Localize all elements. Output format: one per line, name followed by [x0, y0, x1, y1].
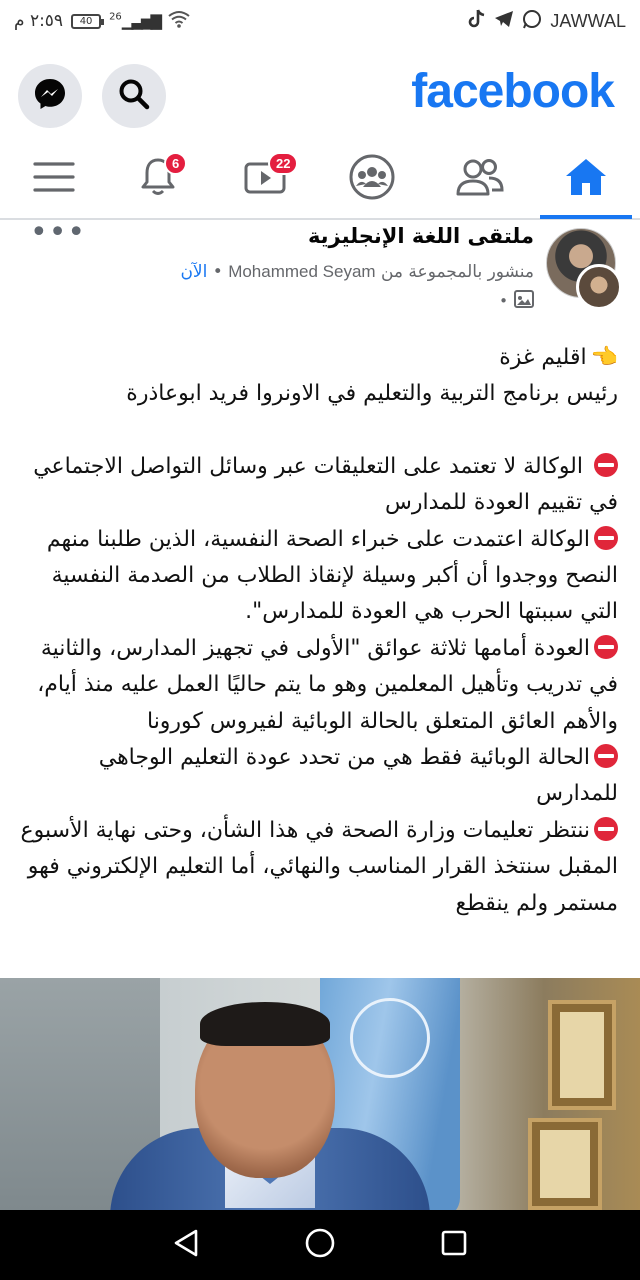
status-bar: ٢:٥٩ م 40 26▁▃▅▇ JAWWAL	[0, 0, 640, 42]
photo-person-hair	[200, 1002, 330, 1046]
search-button[interactable]	[102, 64, 166, 128]
home-circle-icon[interactable]	[304, 1227, 336, 1263]
messenger-button[interactable]	[18, 64, 82, 128]
carrier-name: JAWWAL	[550, 10, 626, 31]
recents-icon[interactable]	[440, 1229, 468, 1261]
watch-badge: 22	[268, 152, 299, 175]
no-entry-icon	[594, 525, 618, 550]
no-entry-icon	[594, 816, 618, 841]
back-icon[interactable]	[172, 1228, 200, 1262]
privacy-icon	[514, 290, 534, 312]
top-nav: 6 22	[0, 140, 640, 220]
battery-icon: 40	[71, 13, 105, 29]
post-header: ملتقى اللغة الإنجليزية ••• منشور بالمجمو…	[0, 218, 640, 320]
pointing-hand-icon: 👈	[590, 345, 618, 370]
whatsapp-icon	[522, 9, 542, 34]
post-photo[interactable]	[0, 978, 640, 1210]
watch-tab[interactable]: 22	[220, 140, 312, 218]
tiktok-icon	[468, 9, 486, 34]
author-avatar[interactable]	[576, 264, 622, 310]
status-left: ٢:٥٩ م 40 26▁▃▅▇	[14, 10, 190, 33]
groups-tab[interactable]	[326, 140, 418, 218]
clock: ٢:٥٩ م	[14, 11, 64, 31]
photo-un-emblem	[350, 998, 430, 1078]
post-bullet-3: العودة أمامها ثلاثة عوائق "الأولى في تجه…	[37, 634, 618, 734]
posted-in-label: منشور بالمجموعة من	[380, 262, 534, 282]
home-icon	[563, 156, 609, 202]
separator-dot: •	[212, 262, 223, 282]
facebook-logo[interactable]: facebook	[411, 64, 615, 119]
post-bullet-4: الحالة الوبائية فقط هي من تحدد عودة التع…	[98, 744, 618, 807]
no-entry-icon	[594, 634, 618, 659]
telegram-icon	[494, 10, 514, 33]
menu-icon	[33, 160, 75, 198]
post-bullet-2: الوكالة اعتمدت على خبراء الصحة النفسية، …	[46, 525, 618, 625]
groups-icon	[348, 153, 396, 205]
author-name[interactable]: Mohammed Seyam	[228, 262, 375, 281]
no-entry-icon	[594, 452, 618, 477]
notifications-tab[interactable]: 6	[112, 140, 204, 218]
post-text: 👈اقليم غزة رئيس برنامج التربية والتعليم …	[18, 340, 618, 922]
post-line-speaker: رئيس برنامج التربية والتعليم في الاونروا…	[126, 381, 618, 407]
post-privacy: •	[499, 290, 534, 312]
search-icon	[117, 77, 151, 115]
android-nav-bar	[0, 1210, 640, 1280]
messenger-icon	[32, 76, 68, 116]
post-time[interactable]: الآن	[180, 262, 207, 282]
friends-tab[interactable]	[434, 140, 526, 218]
more-options-icon[interactable]: •••	[30, 218, 86, 248]
post-bullet-5: ننتظر تعليمات وزارة الصحة في هذا الشأن، …	[20, 816, 618, 916]
home-tab[interactable]	[540, 140, 632, 219]
friends-icon	[455, 157, 505, 201]
separator-dot-2: •	[499, 292, 508, 310]
photo-plaque-1	[548, 1000, 616, 1110]
group-name[interactable]: ملتقى اللغة الإنجليزية	[308, 224, 534, 248]
app-header: facebook	[0, 50, 640, 134]
signal-icon: 26▁▃▅▇	[109, 11, 162, 30]
post-meta: منشور بالمجموعة من Mohammed Seyam • الآن	[180, 262, 534, 282]
post-bullet-1: الوكالة لا تعتمد على التعليقات عبر وسائل…	[33, 452, 618, 516]
status-right: JAWWAL	[468, 9, 626, 34]
wifi-icon	[168, 10, 190, 33]
no-entry-icon	[594, 744, 618, 769]
post-line-region: 👈اقليم غزة	[18, 340, 618, 376]
menu-tab[interactable]	[8, 140, 100, 218]
notifications-badge: 6	[164, 152, 188, 175]
photo-plaque-2	[528, 1118, 602, 1210]
